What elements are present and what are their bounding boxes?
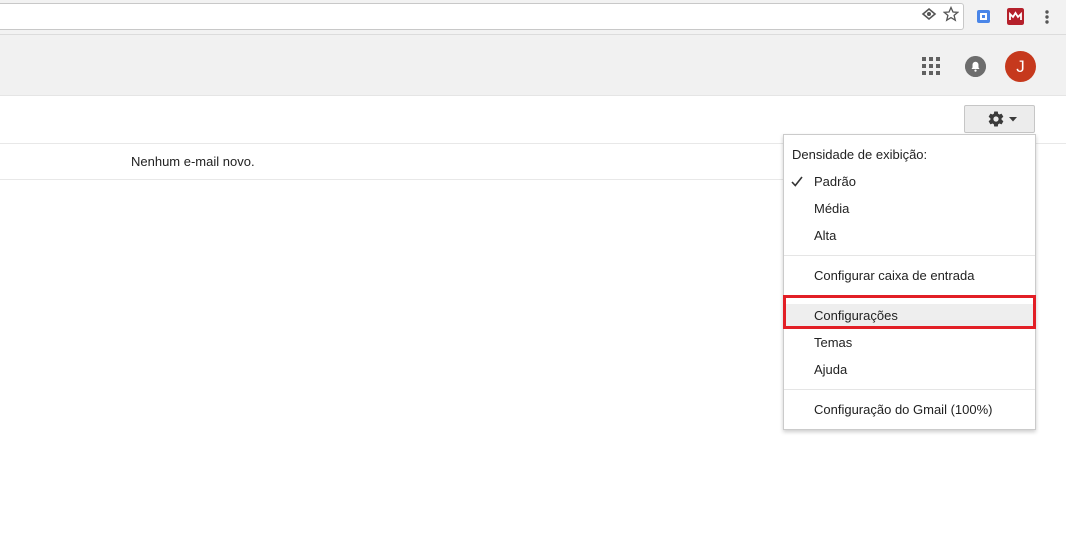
extension-icon-2[interactable] <box>1007 8 1024 25</box>
address-bar[interactable] <box>0 3 964 30</box>
menu-item-themes[interactable]: Temas <box>784 331 1035 355</box>
star-icon[interactable] <box>943 6 959 22</box>
gear-icon <box>988 111 1004 127</box>
settings-gear-button[interactable] <box>964 105 1035 133</box>
eye-icon[interactable] <box>921 6 937 22</box>
empty-inbox-message: Nenhum e-mail novo. <box>131 154 255 169</box>
checkmark-icon <box>791 176 803 187</box>
menu-divider <box>784 255 1035 256</box>
menu-item-density-padrao[interactable]: Padrão <box>784 170 1035 194</box>
list-divider <box>0 179 783 180</box>
avatar[interactable]: J <box>1005 51 1036 82</box>
menu-item-label: Temas <box>814 335 853 350</box>
menu-item-label: Configuração do Gmail (100%) <box>814 402 993 417</box>
menu-item-help[interactable]: Ajuda <box>784 358 1035 382</box>
menu-item-label: Alta <box>814 228 837 243</box>
apps-grid-icon[interactable] <box>922 57 940 75</box>
notifications-icon[interactable] <box>965 56 986 77</box>
menu-item-configure-inbox[interactable]: Configurar caixa de entrada <box>784 264 1035 288</box>
menu-item-label: Configurar caixa de entrada <box>814 268 975 283</box>
menu-item-density-media[interactable]: Média <box>784 197 1035 221</box>
menu-item-label: Média <box>814 201 850 216</box>
menu-divider <box>784 389 1035 390</box>
caret-down-icon <box>1009 117 1017 122</box>
highlight-box <box>783 295 1036 329</box>
settings-menu: Densidade de exibição: Padrão Média Alta… <box>783 134 1036 430</box>
menu-item-gmail-config[interactable]: Configuração do Gmail (100%) <box>784 398 1035 422</box>
more-vert-icon[interactable] <box>1043 9 1051 25</box>
menu-item-label: Ajuda <box>814 362 848 377</box>
density-heading: Densidade de exibição: <box>792 147 928 162</box>
app-header <box>0 35 1066 96</box>
extension-icon-1[interactable] <box>975 8 992 25</box>
menu-item-label: Padrão <box>814 174 856 189</box>
menu-item-density-alta[interactable]: Alta <box>784 224 1035 248</box>
